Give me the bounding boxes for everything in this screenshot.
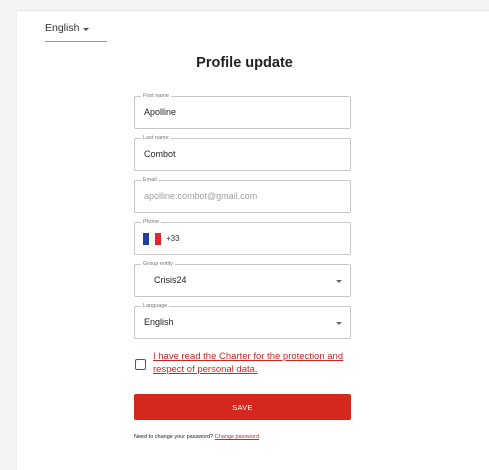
- chevron-down-icon: [336, 322, 342, 325]
- phone-field[interactable]: Phone +33: [134, 219, 351, 255]
- consent-checkbox[interactable]: [135, 359, 146, 370]
- consent-link[interactable]: I have read the Charter for the protecti…: [153, 350, 353, 376]
- chevron-down-icon: [336, 280, 342, 283]
- language-select[interactable]: Language English: [134, 303, 351, 339]
- language-switch[interactable]: English: [45, 20, 107, 42]
- language-switch-label: English: [45, 22, 80, 34]
- last-name-label: Last name: [141, 135, 171, 142]
- last-name-value: Combot: [144, 149, 176, 159]
- language-value: English: [144, 317, 174, 327]
- email-label: Email: [141, 177, 159, 184]
- group-entity-select[interactable]: Group entity Crisis24: [134, 261, 351, 297]
- first-name-label: First name: [141, 93, 171, 100]
- save-button[interactable]: SAVE: [134, 394, 351, 420]
- first-name-value: Apolline: [144, 107, 177, 117]
- email-field: Email apolline.combot@gmail.com: [134, 177, 351, 213]
- phone-label: Phone: [141, 219, 161, 226]
- change-password-prompt: Need to change your password?: [134, 434, 214, 440]
- first-name-field[interactable]: First name Apolline: [134, 93, 351, 129]
- france-flag-icon[interactable]: [143, 233, 161, 245]
- page-title: Profile update: [196, 55, 293, 71]
- change-password-link[interactable]: Change password: [215, 434, 259, 440]
- last-name-field[interactable]: Last name Combot: [134, 135, 351, 171]
- group-entity-value: Crisis24: [154, 275, 187, 285]
- email-value: apolline.combot@gmail.com: [144, 191, 258, 201]
- language-label: Language: [141, 303, 170, 310]
- phone-country-code: +33: [166, 234, 180, 243]
- group-entity-label: Group entity: [141, 261, 175, 268]
- change-password-row: Need to change your password? Change pas…: [134, 434, 259, 440]
- chevron-down-icon: [83, 28, 90, 31]
